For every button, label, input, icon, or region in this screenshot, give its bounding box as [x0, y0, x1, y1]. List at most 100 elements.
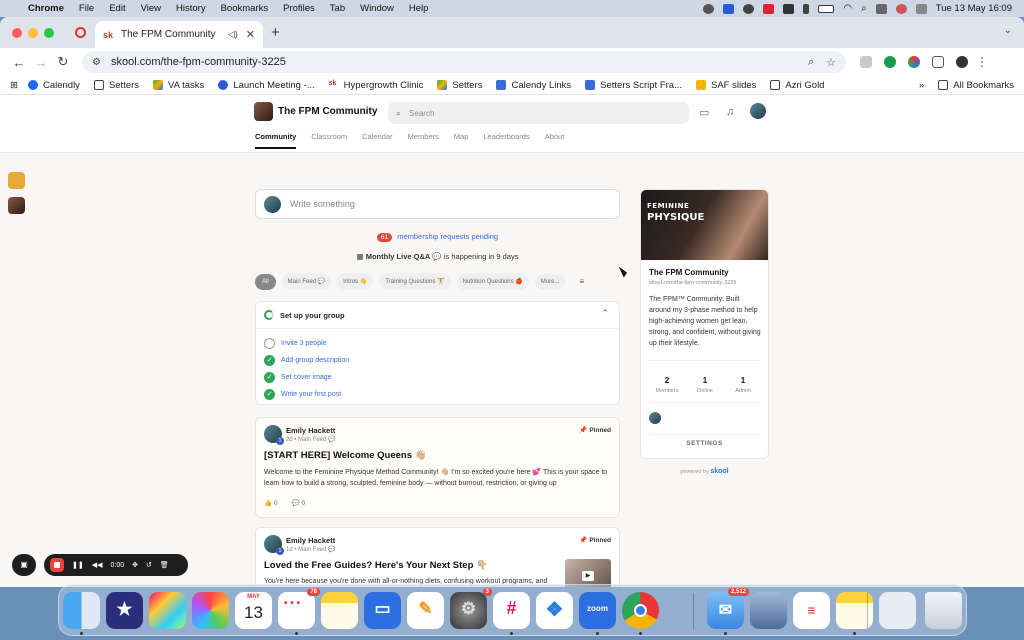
trash-icon[interactable]: 🗑 [160, 561, 169, 569]
address-bar[interactable]: ⚙ skool.com/the-fpm-community-3225 ⌕ ☆ [82, 51, 846, 73]
bookmark-calendy-links[interactable]: Calendy Links [496, 80, 571, 91]
all-bookmarks[interactable]: All Bookmarks [938, 80, 1014, 91]
extension-gray-icon[interactable] [860, 56, 872, 68]
expressvpn-icon[interactable]: ≡ [793, 592, 830, 629]
notes-icon[interactable] [321, 592, 358, 629]
bookmarks-overflow-icon[interactable]: » [919, 80, 924, 91]
bookmark-azri-gold[interactable]: Azri Gold [770, 80, 824, 91]
comment-button[interactable]: 💬 0 [292, 499, 306, 507]
tab-classroom[interactable]: Classroom [311, 132, 347, 149]
side-app-icon-community[interactable] [8, 197, 25, 214]
restart-icon[interactable]: ↺ [146, 561, 152, 569]
launchpad-icon[interactable]: ★ [106, 592, 143, 629]
bookmark-hypergrowth-clinic[interactable]: sk Hypergrowth Clinic [328, 80, 423, 91]
recording-indicator-icon[interactable] [75, 27, 86, 38]
tab-calendar[interactable]: Calendar [362, 132, 392, 149]
category-all[interactable]: All [255, 273, 276, 290]
bookmark-star-icon[interactable]: ☆ [826, 56, 836, 69]
settings-button[interactable]: SETTINGS [649, 434, 760, 452]
community-switcher[interactable]: The FPM Community ⇕ [254, 102, 399, 121]
post-title[interactable]: Loved the Free Guides? Here's Your Next … [264, 560, 488, 571]
search-input[interactable]: ⌕ Search [388, 102, 689, 124]
close-window-icon[interactable] [12, 28, 22, 38]
setup-item-cover[interactable]: ✓ Set cover image [264, 372, 332, 383]
minimize-window-icon[interactable] [28, 28, 38, 38]
photos-icon[interactable] [192, 592, 229, 629]
post-card[interactable]: 1 Emily Hackett 1d • Main Feed 💬 📌 Pinne… [255, 527, 620, 587]
slack-icon[interactable]: # [493, 592, 530, 629]
stop-recording-button[interactable] [50, 558, 64, 572]
app-grid-icon[interactable] [149, 592, 186, 629]
preview-icon[interactable] [750, 592, 787, 629]
tab-map[interactable]: Map [454, 132, 469, 149]
app-store-icon[interactable]: ❖ [536, 592, 573, 629]
stat-online[interactable]: 1 Online [685, 376, 725, 394]
menu-edit[interactable]: Edit [109, 3, 125, 14]
setup-header[interactable]: Set up your group [264, 310, 345, 320]
setup-item-description[interactable]: ✓ Add group description [264, 355, 349, 366]
setup-item-invite[interactable]: Invite 3 people [264, 338, 327, 349]
like-button[interactable]: 👍 0 [264, 499, 278, 507]
setup-item-first-post[interactable]: ✓ Write your first post [264, 389, 341, 400]
video-thumbnail[interactable]: ▶ [565, 559, 611, 587]
tab-search-chevron-icon[interactable]: ⌄ [1004, 25, 1012, 36]
chrome-menu-icon[interactable]: ⋮ [976, 55, 988, 69]
pages-icon[interactable]: ✎ [407, 592, 444, 629]
record-status-icon[interactable] [703, 3, 715, 14]
bookmark-va-tasks[interactable]: VA tasks [153, 80, 204, 91]
puzzle-extensions-icon[interactable] [932, 56, 944, 68]
address-url[interactable]: skool.com/the-fpm-community-3225 [111, 56, 796, 68]
menu-file[interactable]: File [79, 3, 94, 14]
bluetooth-icon[interactable] [803, 3, 810, 14]
grid-status-icon[interactable] [783, 3, 795, 14]
menu-clock[interactable]: Tue 13 May 16:09 [936, 3, 1012, 14]
notification-icon[interactable] [915, 3, 927, 14]
calendar-app-icon[interactable]: MAY 13 [235, 592, 272, 629]
bookmark-saf-slides[interactable]: SAF slides [695, 80, 756, 91]
filter-sliders-icon[interactable]: ≡ [579, 277, 584, 286]
siri-icon[interactable] [895, 3, 907, 14]
bookmark-setters-folder[interactable]: Setters [93, 80, 139, 91]
keynote-icon[interactable]: ▭ [364, 592, 401, 629]
rewind-icon[interactable]: ◀◀ [92, 561, 103, 569]
menu-window[interactable]: Window [360, 3, 394, 14]
tab-community[interactable]: Community [255, 132, 297, 149]
category-more[interactable]: More... [534, 273, 566, 290]
tab-active[interactable]: sk The FPM Community ◁) ✕ [95, 21, 263, 48]
control-center-icon[interactable] [875, 3, 887, 14]
menu-profiles[interactable]: Profiles [283, 3, 315, 14]
zoom-app-icon[interactable]: zoom [579, 592, 616, 629]
downloads-stack-icon[interactable] [879, 592, 916, 629]
menu-bookmarks[interactable]: Bookmarks [221, 3, 269, 14]
stat-admin[interactable]: 1 Admin [723, 376, 763, 394]
tab-about[interactable]: About [545, 132, 565, 149]
wifi-icon[interactable]: ◠ [843, 3, 852, 14]
chevron-up-icon[interactable]: ⌃ [601, 308, 609, 319]
tab-leaderboards[interactable]: Leaderboards [483, 132, 529, 149]
close-tab-icon[interactable]: ✕ [246, 28, 255, 41]
zoom-status-icon[interactable] [723, 3, 735, 14]
write-post-input[interactable]: Write something [255, 189, 620, 219]
category-intros[interactable]: Intros 👋 [337, 273, 374, 290]
category-main-feed[interactable]: Main Feed 💬 [281, 273, 332, 290]
tab-members[interactable]: Members [408, 132, 439, 149]
zoom-lens-icon[interactable]: ⌕ [808, 56, 814, 69]
trash-can-icon[interactable] [925, 592, 962, 629]
mail-icon[interactable]: ✉ 2,512 [707, 588, 749, 629]
pause-icon[interactable]: ❚❚ [72, 561, 84, 569]
apps-grid-icon[interactable]: ⊞ [10, 80, 18, 91]
finder-icon[interactable] [63, 592, 100, 629]
bookmark-calendly[interactable]: Calendly [27, 80, 80, 91]
stat-members[interactable]: 2 Members [647, 376, 687, 394]
chat-icon[interactable]: ▭ [699, 106, 709, 119]
menu-history[interactable]: History [176, 3, 206, 14]
chrome-icon[interactable] [622, 592, 659, 629]
user-avatar[interactable] [750, 103, 766, 119]
battery-icon[interactable] [818, 4, 835, 13]
profile-avatar-icon[interactable] [956, 56, 968, 68]
grammarly-icon[interactable] [884, 56, 896, 68]
category-training-questions[interactable]: Training Questions 🏋 [379, 273, 451, 290]
color-wheel-extension-icon[interactable] [908, 56, 920, 68]
vpn-icon[interactable] [743, 3, 755, 14]
move-icon[interactable]: ✥ [132, 561, 138, 569]
